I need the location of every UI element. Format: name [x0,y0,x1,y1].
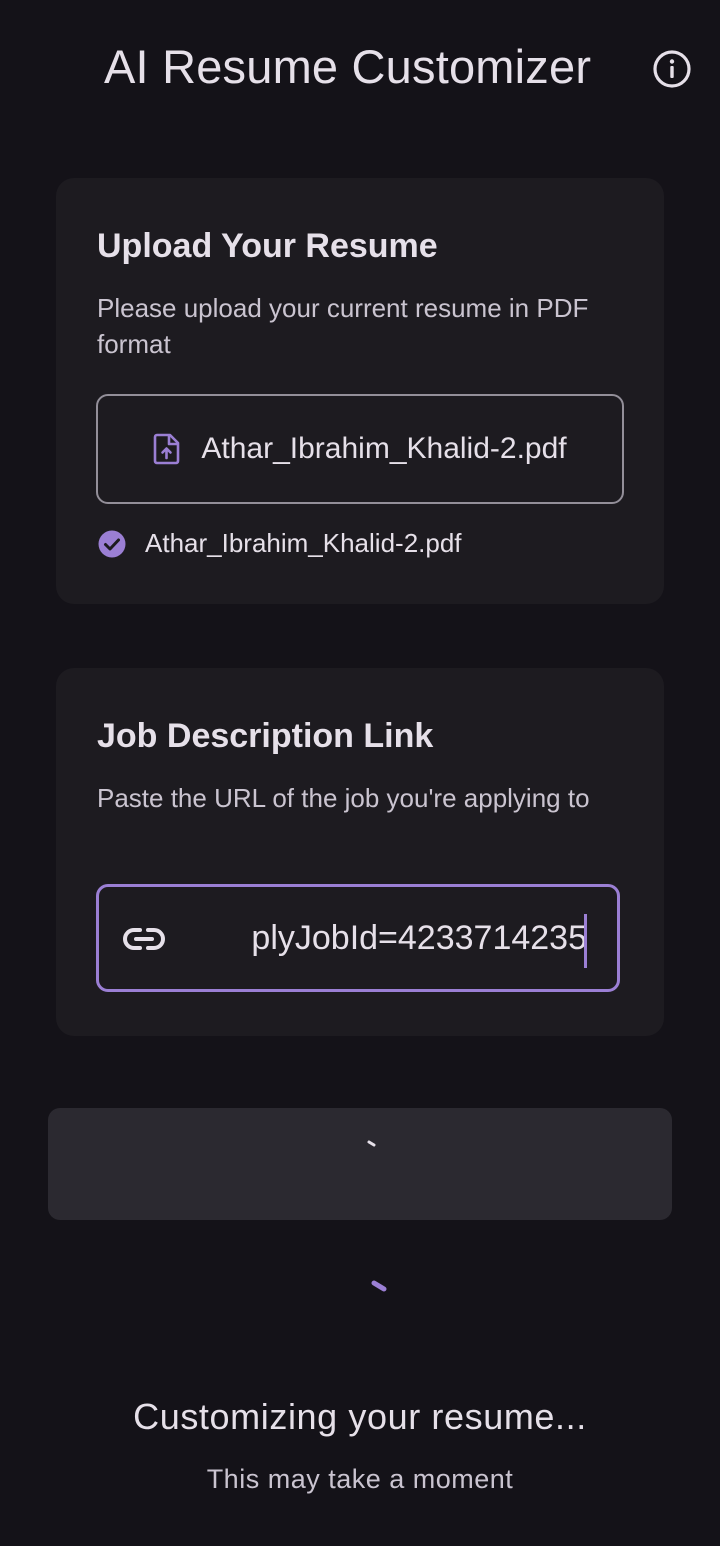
text-caret [584,914,587,968]
job-url-input[interactable]: plyJobId=4233714235 [96,884,620,992]
progress-spinner-icon [367,1140,376,1147]
info-button[interactable] [650,47,694,91]
customize-resume-button[interactable] [48,1108,672,1220]
app-screen: AI Resume Customizer Upload Your Resume … [0,0,720,1546]
info-icon [653,50,691,88]
job-description-card: Job Description Link Paste the URL of th… [56,668,664,1036]
file-upload-icon [154,433,180,465]
upload-button-label: Athar_Ibrahim_Khalid-2.pdf [201,432,567,465]
selected-file-row: Athar_Ibrahim_Khalid-2.pdf [97,528,462,559]
selected-file-name: Athar_Ibrahim_Khalid-2.pdf [145,528,462,558]
job-url-value: plyJobId=4233714235 [251,918,587,957]
loading-spinner-icon [371,1280,387,1292]
url-text-container: plyJobId=4233714235 [203,887,587,989]
job-card-subtitle: Paste the URL of the job you're applying… [97,783,590,813]
upload-resume-button[interactable]: Athar_Ibrahim_Khalid-2.pdf [96,394,624,504]
job-card-title: Job Description Link [97,717,434,755]
link-icon [123,921,165,962]
check-circle-icon [98,530,126,557]
status-title: Customizing your resume... [133,1396,587,1437]
upload-resume-card: Upload Your Resume Please upload your cu… [56,178,664,604]
upload-card-subtitle: Please upload your current resume in PDF… [97,293,589,359]
page-title: AI Resume Customizer [104,40,592,93]
status-subtitle: This may take a moment [206,1464,514,1494]
upload-card-title: Upload Your Resume [97,227,438,265]
